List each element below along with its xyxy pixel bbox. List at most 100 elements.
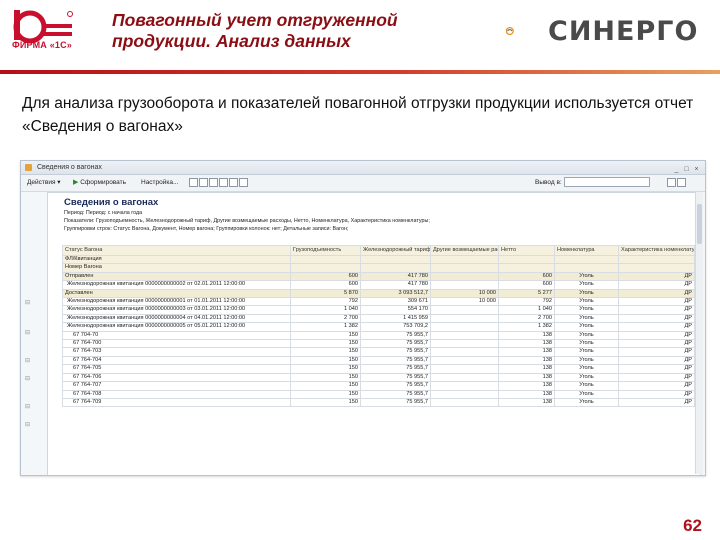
- minimize-icon[interactable]: _: [672, 166, 681, 174]
- wagon-row[interactable]: 67 764-709 150 75 955,7 138 Уголь ДР: [62, 397, 695, 408]
- section-row[interactable]: Отправлен 600 417 780 600 Уголь ДР: [62, 271, 695, 282]
- expand-icon[interactable]: ⊟: [25, 299, 30, 306]
- wagon-row[interactable]: 67 764-706 150 75 955,7 138 Уголь ДР: [62, 372, 695, 383]
- 1c-logo: [13, 10, 73, 44]
- table-cell-cap: 600: [290, 271, 361, 282]
- table-cell-cap: 1 040: [290, 305, 361, 315]
- close-icon[interactable]: ×: [692, 166, 701, 174]
- wagon-row[interactable]: 67 764-704 150 75 955,7 138 Уголь ДР: [62, 355, 695, 366]
- table-cell-net: 1 040: [498, 305, 555, 315]
- table-cell-net: 138: [498, 330, 555, 341]
- expand-icon[interactable]: ⊟: [25, 375, 30, 382]
- maximize-icon[interactable]: □: [682, 166, 691, 174]
- output-selector[interactable]: Вывод в:: [535, 175, 650, 191]
- table-cell-cap: 150: [290, 347, 361, 357]
- actions-menu[interactable]: Действия ▾: [27, 175, 61, 191]
- report-window: Сведения о вагонах _ □ × Действия ▾ ▶ Сфор…: [20, 160, 706, 476]
- table-cell-other: [430, 355, 499, 366]
- table-cell-cap: 5 870: [290, 288, 361, 299]
- table-cell-other: 10 000: [430, 288, 499, 299]
- scrollbar-thumb[interactable]: [697, 204, 702, 244]
- toolbar-icon-1[interactable]: [189, 177, 198, 187]
- expand-icon[interactable]: ⊟: [25, 403, 30, 410]
- table-cell-tariff: 75 955,7: [360, 339, 431, 349]
- wagon-row[interactable]: 67 764-700 150 75 955,7 138 Уголь ДР: [62, 339, 695, 349]
- table-cell-char: ДР: [618, 305, 695, 315]
- table-cell-net: 138: [498, 372, 555, 383]
- table-cell-net: 2 700: [498, 313, 555, 324]
- table-cell-cap: 1 382: [290, 322, 361, 332]
- 1c-logo-caption: ФИРМА «1С»: [11, 40, 73, 50]
- table-cell-cap: 150: [290, 330, 361, 341]
- column-header: Другие возмещаемые расходы: [430, 245, 499, 256]
- section-row[interactable]: Доставлен 5 870 3 093 512,7 10 000 5 277 Угол…: [62, 288, 695, 299]
- table-cell-cap: 150: [290, 355, 361, 366]
- table-cell-char: ДР: [618, 297, 695, 307]
- document-row[interactable]: Железнодорожная квитанция 0000000000005 …: [62, 322, 695, 332]
- report-area: Сведения о вагонах Период: Период: с нач…: [47, 192, 701, 475]
- report-title: Сведения о вагонах: [64, 197, 159, 208]
- table-cell-net: 5 277: [498, 288, 555, 299]
- table-cell-char: ДР: [618, 280, 695, 290]
- toolbar-icon-4[interactable]: [219, 177, 228, 187]
- table-cell-nom: Уголь: [554, 347, 619, 357]
- table-cell-nom: Уголь: [554, 271, 619, 282]
- table-cell-tariff: 75 955,7: [360, 355, 431, 366]
- settings-button[interactable]: Настройка...: [141, 175, 178, 191]
- table-cell-tariff: 417 780: [360, 271, 431, 282]
- table-cell-cap: 150: [290, 389, 361, 399]
- toolbar-icon-6[interactable]: [239, 177, 248, 187]
- table-cell-nom: Уголь: [554, 322, 619, 332]
- table-cell-name: 67 764-706: [62, 372, 291, 383]
- document-row[interactable]: Железнодорожная квитанция 0000000000004 …: [62, 313, 695, 324]
- table-cell-net: 138: [498, 355, 555, 366]
- expand-icon[interactable]: ⊟: [25, 357, 30, 364]
- table-cell-tariff: 753 709,2: [360, 322, 431, 332]
- table-cell-nom: Уголь: [554, 397, 619, 408]
- expand-icon[interactable]: ⊟: [25, 421, 30, 428]
- table-cell-other: [430, 389, 499, 399]
- toolbar-icon-7[interactable]: [667, 177, 676, 187]
- toolbar-icon-3[interactable]: [209, 177, 218, 187]
- table-cell-char: ДР: [618, 322, 695, 332]
- table-cell-char: ДР: [618, 364, 695, 374]
- table-cell-tariff: 75 955,7: [360, 364, 431, 374]
- table-cell-cap: 150: [290, 372, 361, 383]
- document-row[interactable]: Железнодорожная квитанция 0000000000001 …: [62, 297, 695, 307]
- wagon-row[interactable]: 67 764-703 150 75 955,7 138 Уголь ДР: [62, 347, 695, 357]
- help-icon[interactable]: [677, 177, 686, 187]
- table-cell-other: [430, 347, 499, 357]
- table-cell-cap: 150: [290, 364, 361, 374]
- wagon-row[interactable]: 67 764-708 150 75 955,7 138 Уголь ДР: [62, 389, 695, 399]
- table-cell-tariff: 554 170: [360, 305, 431, 315]
- toolbar-icon-2[interactable]: [199, 177, 208, 187]
- column-header: Грузоподъемность: [290, 245, 361, 256]
- table-cell-char: ДР: [618, 347, 695, 357]
- table-cell-name: Железнодорожная квитанция 0000000000002 …: [62, 280, 291, 290]
- table-cell-char: ДР: [618, 372, 695, 383]
- expand-icon[interactable]: ⊟: [25, 329, 30, 336]
- table-cell-cap: 150: [290, 339, 361, 349]
- document-row[interactable]: Железнодорожная квитанция 0000000000002 …: [62, 280, 695, 290]
- table-cell-other: [430, 339, 499, 349]
- wagon-row[interactable]: 67 704-70 150 75 955,7 138 Уголь ДР: [62, 330, 695, 341]
- window-title: Сведения о вагонах: [37, 164, 102, 171]
- table-cell-cap: 792: [290, 297, 361, 307]
- table-cell-tariff: 417 780: [360, 280, 431, 290]
- document-row[interactable]: Железнодорожная квитанция 0000000000003 …: [62, 305, 695, 315]
- table-cell-char: ДР: [618, 313, 695, 324]
- wagon-row[interactable]: 67 764-705 150 75 955,7 138 Уголь ДР: [62, 364, 695, 374]
- table-cell-nom: Уголь: [554, 297, 619, 307]
- slide-title: Повагонный учет отгруженной продукции. А…: [112, 10, 398, 51]
- generate-button[interactable]: ▶ Сформировать: [73, 175, 126, 191]
- table-cell-name: 67 704-70: [62, 330, 291, 341]
- column-header: Номенклатура: [554, 245, 619, 256]
- table-cell-tariff: 75 955,7: [360, 372, 431, 383]
- wagon-row[interactable]: 67 764-707 150 75 955,7 138 Уголь ДР: [62, 381, 695, 391]
- table-cell-other: [430, 305, 499, 315]
- toolbar-icon-5[interactable]: [229, 177, 238, 187]
- table-cell-name: Железнодорожная квитанция 0000000000003 …: [62, 305, 291, 315]
- vertical-scrollbar[interactable]: [695, 192, 703, 474]
- report-table: Статус Вагона Грузоподъемность Железнодо…: [62, 245, 695, 408]
- table-cell-other: [430, 372, 499, 383]
